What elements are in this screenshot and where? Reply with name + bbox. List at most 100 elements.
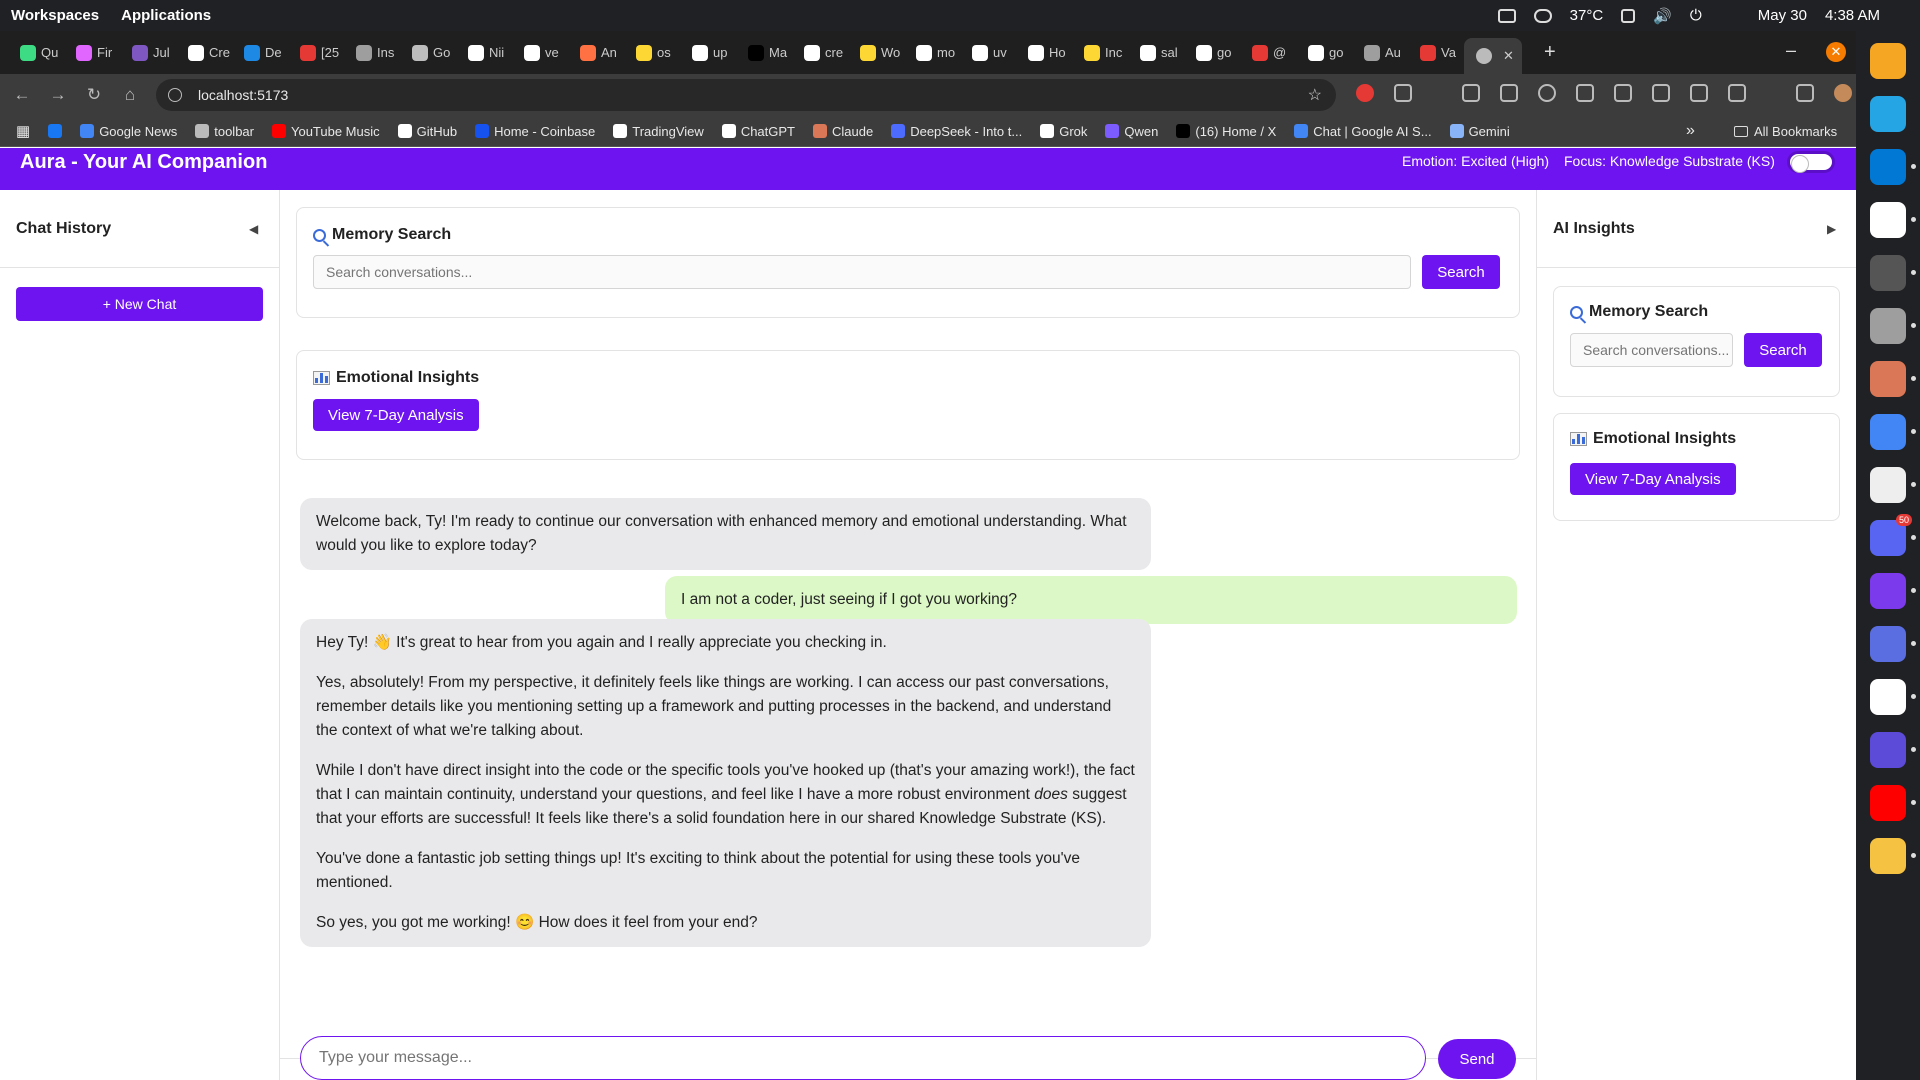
browser-tab[interactable]: go — [1184, 37, 1240, 69]
vscode-icon[interactable] — [1870, 149, 1916, 185]
bookmark-star-icon[interactable]: ☆ — [1308, 85, 1322, 105]
browser-tab[interactable]: Qu — [8, 37, 64, 69]
expand-right-panel-icon[interactable]: ▶ — [1827, 222, 1836, 236]
bookmark-item[interactable]: ChatGPT — [721, 124, 795, 139]
message-input[interactable] — [300, 1036, 1426, 1080]
browser-tab[interactable]: os — [624, 37, 680, 69]
keyboard-icon[interactable] — [1621, 8, 1636, 23]
back-icon[interactable]: ← — [4, 85, 40, 105]
react-icon[interactable] — [1870, 732, 1916, 768]
claude-icon[interactable] — [1870, 361, 1916, 397]
memory-search-button[interactable]: Search — [1422, 255, 1500, 289]
browser-tab[interactable]: @ — [1240, 37, 1296, 69]
notes-icon[interactable] — [1870, 626, 1916, 662]
new-tab-icon[interactable]: + — [1544, 41, 1556, 64]
passwords-key-icon[interactable] — [1462, 84, 1480, 102]
profile-avatar-icon[interactable] — [1834, 84, 1852, 102]
screen-icon[interactable] — [1497, 8, 1516, 23]
bookmark-item[interactable]: DeepSeek - Into t... — [891, 124, 1022, 139]
files-icon[interactable] — [1870, 308, 1916, 344]
reading-list-icon[interactable] — [1500, 84, 1518, 102]
github-icon[interactable] — [1870, 573, 1916, 609]
bookmark-item[interactable]: TradingView — [613, 124, 704, 139]
bookmark-item[interactable]: (16) Home / X — [1176, 124, 1276, 139]
forward-icon[interactable]: → — [40, 85, 76, 105]
chrome-icon[interactable] — [1870, 414, 1916, 450]
collapse-left-panel-icon[interactable]: ◀ — [249, 222, 258, 236]
browser-tab[interactable]: Nii — [456, 37, 512, 69]
view-analysis-button[interactable]: View 7-Day Analysis — [313, 399, 479, 431]
bookmark-item[interactable]: toolbar — [195, 124, 254, 139]
bookmark-item[interactable]: Gemini — [1449, 124, 1510, 139]
browser-tab[interactable]: Fir — [64, 37, 120, 69]
screenshot-icon[interactable] — [1614, 84, 1632, 102]
bookmarks-overflow-chevron[interactable]: » — [1686, 122, 1695, 140]
browser-tab[interactable]: uv — [960, 37, 1016, 69]
close-window-icon[interactable]: ✕ — [1826, 42, 1846, 62]
applications-menu[interactable]: Applications — [121, 7, 211, 24]
reload-icon[interactable]: ↻ — [76, 85, 112, 105]
browser-tab[interactable]: Go — [400, 37, 456, 69]
browser-tab[interactable]: go — [1296, 37, 1352, 69]
close-tab-icon[interactable]: ✕ — [1503, 48, 1514, 64]
hexagon-app-icon[interactable] — [1870, 202, 1916, 238]
bookmark-item[interactable]: Home - Coinbase — [475, 124, 595, 139]
download-icon[interactable] — [1576, 84, 1594, 102]
adblock-icon[interactable] — [1356, 84, 1374, 102]
bookmark-item[interactable]: Grok — [1040, 124, 1087, 139]
media-controls-icon[interactable] — [1796, 84, 1814, 102]
bookmark-item[interactable]: Claude — [813, 124, 873, 139]
browser-tab[interactable]: Va — [1408, 37, 1464, 69]
browser-tab[interactable]: Ma — [736, 37, 792, 69]
app-grid-icon[interactable] — [1870, 96, 1906, 132]
discord-tray-icon[interactable] — [1533, 8, 1552, 23]
browser-tab[interactable]: sal — [1128, 37, 1184, 69]
bookmark-item[interactable] — [48, 124, 63, 138]
browser-tab[interactable]: Jul — [120, 37, 176, 69]
workspaces-menu[interactable]: Workspaces — [11, 7, 99, 24]
history-icon[interactable] — [1538, 84, 1556, 102]
browser-tab[interactable]: up — [680, 37, 736, 69]
send-button[interactable]: Send — [1438, 1039, 1516, 1079]
volume-icon[interactable]: 🔊 — [1653, 7, 1672, 25]
browser-tab[interactable]: De — [232, 37, 288, 69]
right-memory-search-button[interactable]: Search — [1744, 333, 1822, 367]
browser-tab[interactable]: Wo — [848, 37, 904, 69]
apps-grid-icon[interactable]: ▦ — [16, 122, 30, 140]
discord-icon[interactable]: 50 — [1870, 514, 1916, 556]
terminal-icon[interactable] — [1870, 255, 1916, 291]
software-store-icon[interactable] — [1870, 43, 1906, 79]
bookmark-item[interactable]: Google News — [80, 124, 177, 139]
browser-tab[interactable]: Ins — [344, 37, 400, 69]
bookmark-item[interactable]: GitHub — [397, 124, 457, 139]
browser-tab[interactable]: Au — [1352, 37, 1408, 69]
bookmark-item[interactable]: Qwen — [1105, 124, 1158, 139]
power-icon[interactable]: ⏻ — [1690, 7, 1702, 24]
browser-tab[interactable]: ve — [512, 37, 568, 69]
all-bookmarks-folder[interactable]: All Bookmarks — [1734, 124, 1837, 139]
address-bar[interactable]: localhost:5173 ☆ — [156, 79, 1336, 111]
browser-tab[interactable]: Inc — [1072, 37, 1128, 69]
extensions-puzzle-icon[interactable] — [1394, 84, 1412, 102]
side-panel-icon[interactable] — [1728, 84, 1746, 102]
right-view-analysis-button[interactable]: View 7-Day Analysis — [1570, 463, 1736, 495]
browser-tab[interactable]: Cre — [176, 37, 232, 69]
browser-tab[interactable]: An — [568, 37, 624, 69]
network-icon[interactable] — [1870, 679, 1916, 715]
theme-toggle[interactable] — [1787, 151, 1835, 173]
browser-tab[interactable]: mo — [904, 37, 960, 69]
browser-tab[interactable]: cre — [792, 37, 848, 69]
home-icon[interactable]: ⌂ — [112, 85, 148, 105]
site-info-icon[interactable] — [168, 88, 182, 102]
memory-search-input[interactable] — [313, 255, 1411, 289]
active-tab[interactable]: ✕ — [1464, 38, 1522, 74]
bookmark-item[interactable]: Chat | Google AI S... — [1294, 124, 1432, 139]
minimize-icon[interactable]: – — [1786, 40, 1796, 61]
youtube-music-icon[interactable] — [1870, 785, 1916, 821]
devtools-code-icon[interactable] — [1652, 84, 1670, 102]
text-editor-icon[interactable] — [1870, 467, 1916, 503]
new-chat-button[interactable]: + New Chat — [16, 287, 263, 321]
performance-icon[interactable] — [1690, 84, 1708, 102]
mail-icon[interactable] — [1870, 838, 1916, 874]
right-memory-search-input[interactable] — [1570, 333, 1733, 367]
